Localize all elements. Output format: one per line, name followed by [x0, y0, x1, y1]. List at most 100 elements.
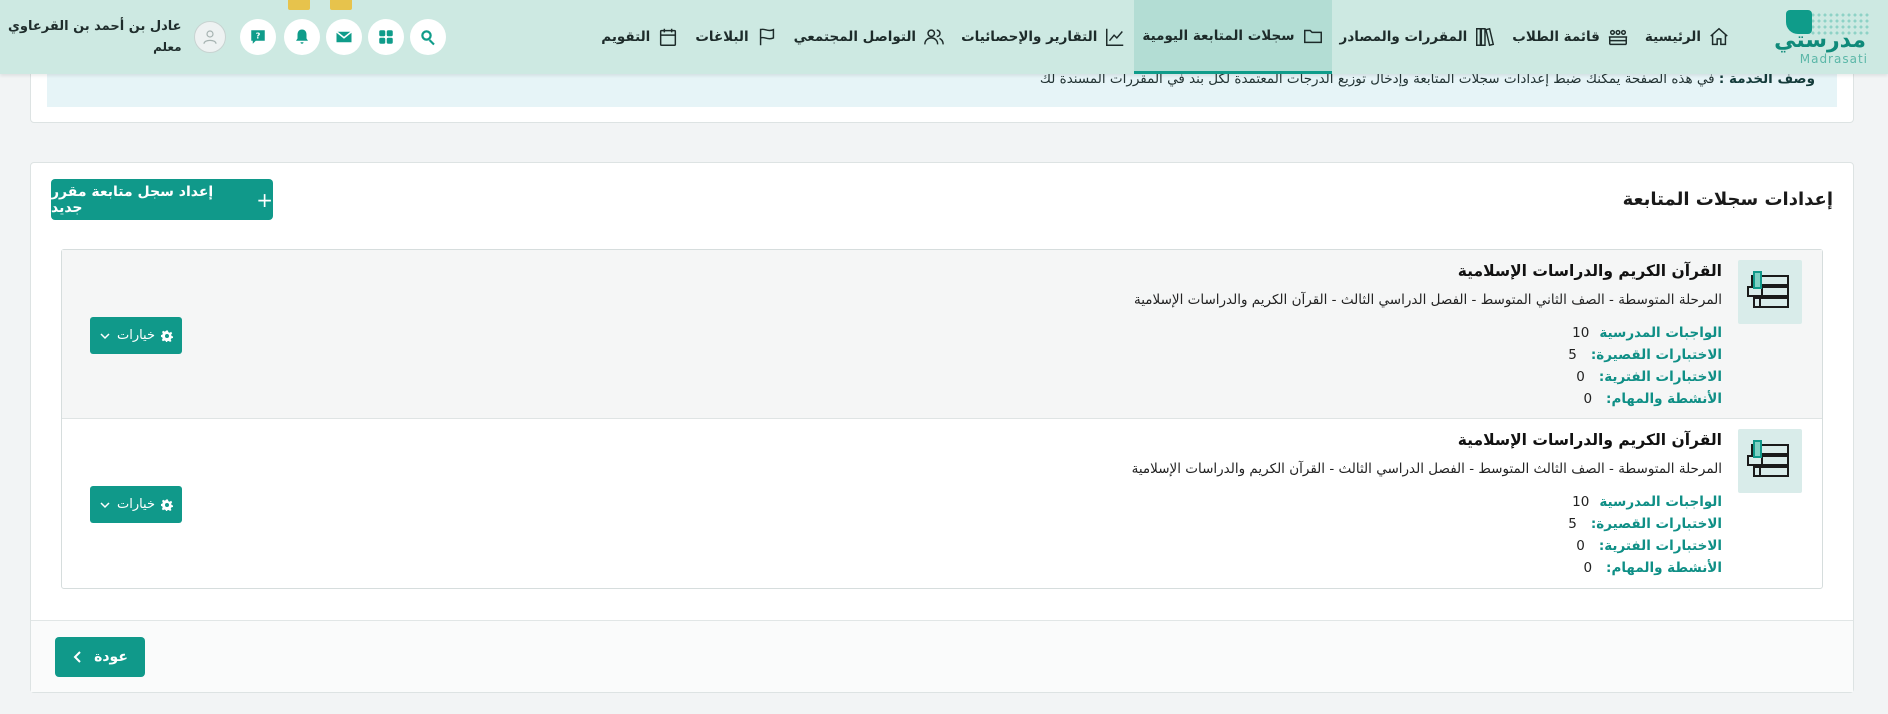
calendar-icon — [660, 28, 677, 46]
stat-homework: الواجبات المدرسية 10 — [1562, 322, 1722, 344]
nav-calendar-label: التقويم — [601, 29, 651, 45]
stat-value: 5 — [1568, 516, 1577, 532]
stat-activities: الأنشطة والمهام:0 — [1583, 560, 1722, 576]
community-icon — [924, 29, 944, 45]
stat-homework: الواجبات المدرسية 10 — [1562, 491, 1722, 513]
logo-arabic: مدرستي — [1774, 28, 1866, 53]
options-label: خيارات — [116, 328, 156, 343]
notifications-button[interactable] — [283, 0, 320, 55]
stat-label: الواجبات المدرسية — [1599, 325, 1722, 341]
options-label: خيارات — [116, 497, 156, 512]
stat-period-exams: الاختبارات الفترية:0 — [1576, 538, 1722, 554]
user-role: معلم — [153, 40, 182, 54]
main-nav: الرئيسية قائمة الطلاب المقررات والمصادر … — [593, 0, 1738, 74]
course-books-icon — [1738, 260, 1802, 324]
stat-label: الاختبارات القصيرة — [1596, 516, 1722, 532]
card-footer: عودة — [31, 620, 1853, 692]
grid-icon — [378, 30, 393, 44]
flag-icon — [759, 28, 774, 46]
stat-value: 10 — [1572, 325, 1590, 341]
stat-activities: الأنشطة والمهام:0 — [1583, 391, 1722, 407]
nav-community[interactable]: التواصل المجتمعي — [786, 0, 953, 74]
avatar[interactable] — [193, 21, 226, 53]
options-button[interactable]: خيارات — [90, 317, 182, 354]
add-new-record-button[interactable]: + إعداد سجل متابعة مقرر جديد — [51, 179, 273, 220]
home-icon — [1710, 27, 1728, 46]
nav-students-label: قائمة الطلاب — [1512, 29, 1600, 45]
nav-community-label: التواصل المجتمعي — [793, 29, 917, 45]
add-new-record-label: إعداد سجل متابعة مقرر جديد — [51, 183, 214, 216]
user-icon — [202, 30, 217, 44]
chart-line-icon — [1106, 28, 1124, 46]
back-label: عودة — [94, 649, 128, 665]
stat-value: 0 — [1576, 538, 1585, 554]
folder-icon — [1303, 29, 1322, 43]
books-icon — [1476, 27, 1495, 47]
options-button[interactable]: خيارات — [90, 486, 182, 523]
apps-button[interactable] — [367, 19, 404, 55]
svg-text:?: ? — [255, 31, 260, 41]
gear-icon — [161, 330, 174, 342]
stat-value: 10 — [1572, 494, 1590, 510]
help-button[interactable]: ? — [239, 19, 276, 55]
chevron-down-icon — [100, 501, 110, 508]
students-icon — [1608, 29, 1628, 46]
course-path: المرحلة المتوسطة - الصف الثالث المتوسط -… — [1131, 461, 1722, 477]
nav-students[interactable]: قائمة الطلاب — [1504, 0, 1637, 74]
list-item: القرآن الكريم والدراسات الإسلامية المرحل… — [62, 419, 1822, 588]
course-books-icon — [1738, 429, 1802, 493]
nav-calendar[interactable]: التقويم — [593, 0, 687, 74]
nav-daily-records-label: سجلات المتابعة اليومية — [1142, 27, 1295, 44]
nav-home[interactable]: الرئيسية — [1637, 0, 1738, 74]
search-icon — [420, 30, 435, 46]
stat-value: 0 — [1583, 391, 1593, 407]
nav-home-label: الرئيسية — [1644, 29, 1701, 45]
header-tools: عادل بن أحمد بن القرعاوي معلم ? — [8, 0, 446, 74]
chevron-left-icon — [73, 651, 81, 663]
stat-value: 0 — [1583, 560, 1593, 576]
madrasati-logo[interactable]: مدرستي Madrasati — [1770, 8, 1870, 66]
nav-daily-records[interactable]: سجلات المتابعة اليومية — [1134, 0, 1332, 74]
course-stats: الواجبات المدرسية 10 الاختبارات القصيرة:5… — [1562, 491, 1722, 579]
stat-label: الواجبات المدرسية — [1599, 494, 1722, 510]
user-name: عادل بن أحمد بن القرعاوي — [8, 19, 182, 34]
notifications-badge — [287, 0, 310, 10]
gear-icon — [161, 499, 174, 511]
nav-courses-label: المقررات والمصادر — [1339, 29, 1468, 45]
stat-label: الأنشطة والمهام — [1611, 391, 1722, 407]
records-settings-card: إعدادات سجلات المتابعة + إعداد سجل متابع… — [30, 162, 1854, 693]
logo-english: Madrasati — [1799, 52, 1868, 66]
page-title: إعدادات سجلات المتابعة — [1622, 189, 1833, 210]
stat-quizzes: الاختبارات القصيرة:5 — [1568, 516, 1722, 532]
stat-label: الاختبارات الفترية — [1604, 538, 1722, 554]
course-stats: الواجبات المدرسية 10 الاختبارات القصيرة:5… — [1562, 322, 1722, 410]
list-item: القرآن الكريم والدراسات الإسلامية المرحل… — [62, 250, 1822, 419]
stat-quizzes: الاختبارات القصيرة:5 — [1568, 347, 1722, 363]
envelope-icon — [335, 31, 352, 43]
chevron-down-icon — [100, 332, 110, 339]
course-title: القرآن الكريم والدراسات الإسلامية — [1457, 431, 1722, 449]
nav-reports-label: التقارير والإحصائيات — [961, 29, 1098, 45]
stat-label: الأنشطة والمهام — [1611, 560, 1722, 576]
stat-value: 5 — [1568, 347, 1577, 363]
user-info[interactable]: عادل بن أحمد بن القرعاوي معلم — [8, 17, 182, 57]
stat-label: الاختبارات الفترية — [1604, 369, 1722, 385]
stat-label: الاختبارات القصيرة — [1596, 347, 1722, 363]
nav-reports-flags[interactable]: البلاغات — [687, 0, 785, 74]
search-button[interactable] — [409, 19, 446, 55]
course-path: المرحلة المتوسطة - الصف الثاني المتوسط -… — [1133, 292, 1722, 308]
bell-icon — [295, 29, 308, 44]
course-title: القرآن الكريم والدراسات الإسلامية — [1457, 262, 1722, 280]
messages-badge — [329, 0, 352, 10]
plus-icon: + — [256, 187, 273, 212]
nav-flags-label: البلاغات — [695, 29, 749, 45]
messages-button[interactable] — [325, 0, 362, 55]
nav-reports[interactable]: التقارير والإحصائيات — [953, 0, 1134, 74]
stat-value: 0 — [1576, 369, 1585, 385]
back-button[interactable]: عودة — [55, 637, 145, 677]
stat-period-exams: الاختبارات الفترية:0 — [1576, 369, 1722, 385]
nav-courses[interactable]: المقررات والمصادر — [1332, 0, 1505, 74]
help-chat-icon: ? — [250, 30, 265, 44]
top-navbar: مدرستي Madrasati الرئيسية قائمة الطلاب ا… — [0, 0, 1888, 74]
courses-list: القرآن الكريم والدراسات الإسلامية المرحل… — [61, 249, 1823, 589]
